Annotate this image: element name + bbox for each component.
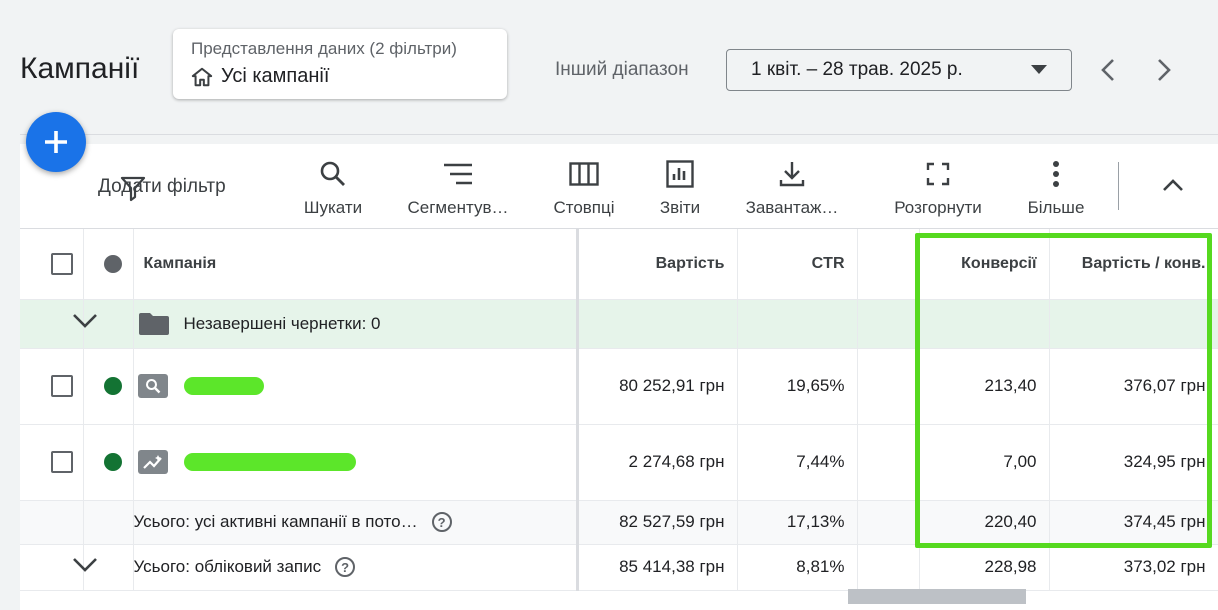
table-row: 80 252,91 грн 19,65% 213,40 376,07 грн xyxy=(20,348,1218,425)
columns-button[interactable]: Стовпці xyxy=(547,158,621,218)
performance-campaign-icon xyxy=(137,450,168,474)
filter-icon xyxy=(120,176,146,202)
ctr-cell: 19,65% xyxy=(737,348,858,425)
expand-drafts-icon[interactable] xyxy=(72,313,98,329)
account-ctr-cell: 8,81% xyxy=(737,544,858,591)
help-icon[interactable]: ? xyxy=(431,512,452,532)
toolbar-separator xyxy=(1118,162,1119,210)
cost-cell: 80 252,91 грн xyxy=(577,348,738,425)
segment-label: Сегментув… xyxy=(407,198,509,217)
expand-button[interactable]: Розгорнути xyxy=(885,158,991,218)
select-all-checkbox[interactable] xyxy=(51,252,73,275)
expand-icon xyxy=(926,162,950,186)
total-cost-per-conv-cell: 374,45 грн xyxy=(1049,500,1218,545)
campaigns-panel: Додати фільтр Шукати Сегментув… Стовпці … xyxy=(20,144,1218,610)
download-button[interactable]: Завантаж… xyxy=(736,158,848,218)
date-range-dropdown[interactable]: 1 квіт. – 28 трав. 2025 р. xyxy=(726,49,1072,91)
columns-icon xyxy=(569,162,599,186)
redacted-campaign-name[interactable] xyxy=(183,377,264,395)
drafts-label[interactable]: Незавершені чернетки: 0 xyxy=(184,314,381,334)
home-icon xyxy=(191,67,213,86)
conversions-cell: 7,00 xyxy=(919,424,1050,501)
more-button[interactable]: Більше xyxy=(1022,158,1090,218)
view-filter-count: Представлення даних (2 фільтри) xyxy=(191,39,457,58)
account-conversions-cell: 228,98 xyxy=(919,544,1050,591)
column-header-ctr[interactable]: CTR xyxy=(737,229,858,300)
table-toolbar: Додати фільтр Шукати Сегментув… Стовпці … xyxy=(20,144,1218,229)
cost-per-conv-cell: 324,95 грн xyxy=(1049,424,1218,501)
total-active-label: Усього: усі активні кампанії в пото… xyxy=(133,512,418,531)
next-period-button[interactable] xyxy=(1148,54,1180,86)
chevron-left-icon xyxy=(1101,59,1114,81)
cost-cell: 2 274,68 грн xyxy=(577,424,738,501)
table-header-row: Кампанія Вартість CTR Конверсії Вартість… xyxy=(20,229,1218,300)
add-filter-label: Додати фільтр xyxy=(98,176,226,197)
view-name: Усі кампанії xyxy=(221,65,330,87)
search-icon xyxy=(320,161,345,186)
drafts-row: Незавершені чернетки: 0 xyxy=(20,299,1218,349)
conversions-cell: 213,40 xyxy=(919,348,1050,425)
columns-label: Стовпці xyxy=(553,198,615,217)
add-filter-button[interactable]: Додати фільтр xyxy=(98,176,226,202)
column-header-campaign[interactable]: Кампанія xyxy=(133,229,579,300)
table-row: 2 274,68 грн 7,44% 7,00 324,95 грн xyxy=(20,424,1218,501)
download-icon xyxy=(779,162,805,187)
search-campaign-icon xyxy=(137,374,168,398)
total-account-row: Усього: обліковий запис ? 85 414,38 грн … xyxy=(20,544,1218,591)
status-active-icon[interactable] xyxy=(103,453,122,471)
cost-per-conv-cell: 376,07 грн xyxy=(1049,348,1218,425)
dropdown-arrow-icon xyxy=(1031,65,1047,74)
total-account-label: Усього: обліковий запис xyxy=(133,557,322,576)
campaigns-table: Кампанія Вартість CTR Конверсії Вартість… xyxy=(20,229,1218,591)
create-campaign-button[interactable] xyxy=(26,112,86,172)
expand-label: Розгорнути xyxy=(894,198,982,217)
chevron-right-icon xyxy=(1158,59,1171,81)
total-cost-cell: 82 527,59 грн xyxy=(577,500,738,545)
reports-label: Звіти xyxy=(659,198,701,217)
reports-button[interactable]: Звіти xyxy=(648,158,712,218)
chevron-up-icon xyxy=(1163,179,1183,191)
total-conversions-cell: 220,40 xyxy=(919,500,1050,545)
total-active-row: Усього: усі активні кампанії в пото… ? 8… xyxy=(20,500,1218,545)
expand-account-icon[interactable] xyxy=(72,557,98,573)
horizontal-scrollbar[interactable] xyxy=(848,589,1026,604)
download-label: Завантаж… xyxy=(745,198,839,217)
segment-icon xyxy=(444,163,472,185)
date-range-value: 1 квіт. – 28 трав. 2025 р. xyxy=(751,59,963,80)
row-checkbox[interactable] xyxy=(51,375,73,397)
column-header-cost-per-conv[interactable]: Вартість / конв. xyxy=(1049,229,1218,300)
column-header-blank xyxy=(857,229,920,300)
previous-period-button[interactable] xyxy=(1092,54,1124,86)
account-cost-per-conv-cell: 373,02 грн xyxy=(1049,544,1218,591)
ctr-cell: 7,44% xyxy=(737,424,858,501)
folder-icon xyxy=(138,312,169,335)
header-divider xyxy=(20,134,1218,135)
row-checkbox[interactable] xyxy=(51,451,73,473)
more-vert-icon xyxy=(1053,161,1059,187)
collapse-toolbar-button[interactable] xyxy=(1160,172,1186,203)
status-header-icon[interactable] xyxy=(103,254,122,273)
column-header-conversions[interactable]: Конверсії xyxy=(919,229,1050,300)
search-button[interactable]: Шукати xyxy=(293,158,373,218)
segment-button[interactable]: Сегментув… xyxy=(402,158,514,218)
more-label: Більше xyxy=(1027,198,1085,217)
date-range-label: Інший діапазон xyxy=(555,59,689,80)
search-label: Шукати xyxy=(303,198,363,217)
data-view-selector[interactable]: Представлення даних (2 фільтри) Усі камп… xyxy=(173,29,507,99)
plus-icon xyxy=(45,131,67,153)
status-active-icon[interactable] xyxy=(103,377,122,395)
column-header-cost[interactable]: Вартість xyxy=(577,229,738,300)
total-ctr-cell: 17,13% xyxy=(737,500,858,545)
help-icon[interactable]: ? xyxy=(335,557,356,577)
reports-icon xyxy=(666,160,694,188)
account-cost-cell: 85 414,38 грн xyxy=(577,544,738,591)
page-title: Кампанії xyxy=(20,52,140,85)
redacted-campaign-name[interactable] xyxy=(183,453,356,471)
